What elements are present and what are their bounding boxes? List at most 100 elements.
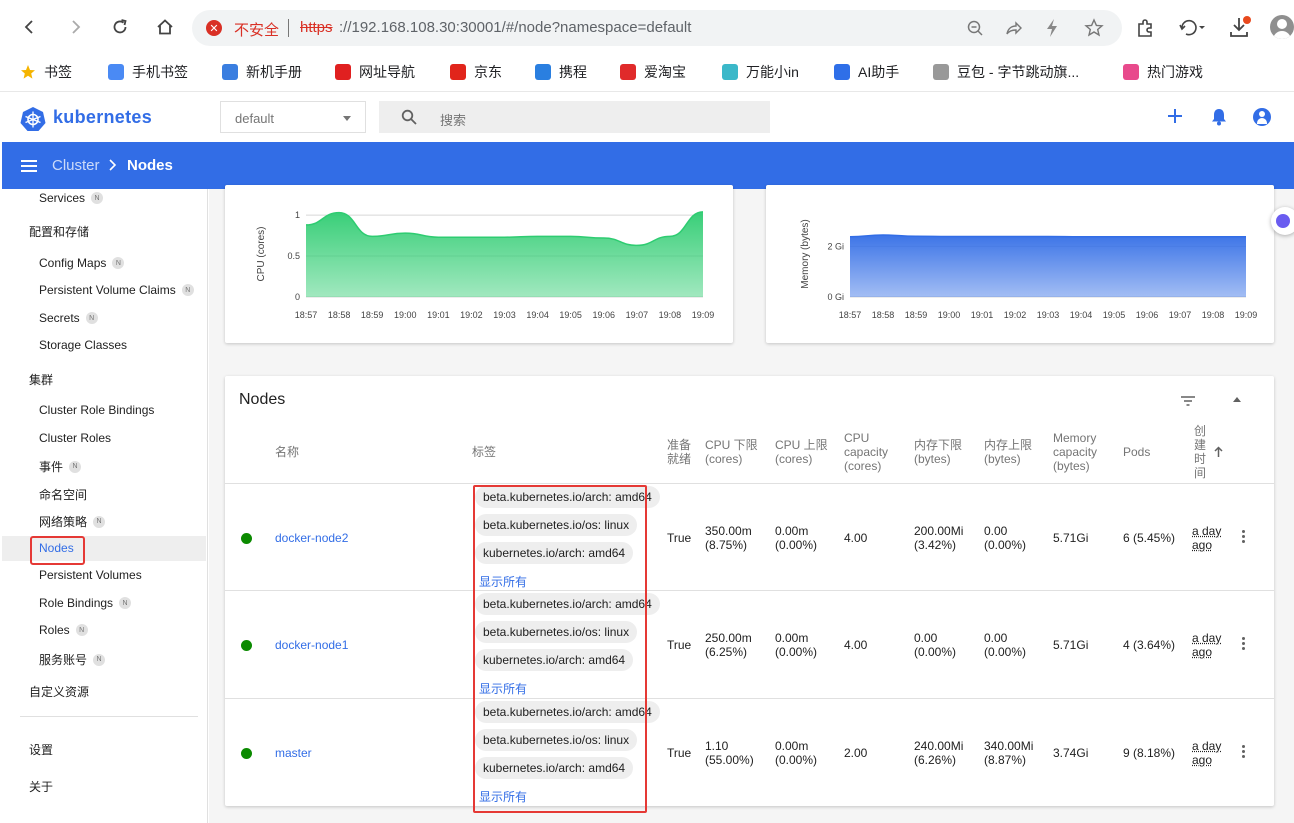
history-icon[interactable]	[1178, 18, 1206, 41]
reload-icon[interactable]	[107, 14, 133, 40]
bookmark-item[interactable]: 热门游戏	[1123, 60, 1203, 84]
ready-value: True	[667, 746, 692, 760]
sidebar-item-service-accounts[interactable]: 服务账号 N	[39, 651, 106, 668]
row-actions-kebab-icon[interactable]	[1242, 637, 1246, 652]
sidebar-item-settings[interactable]: 设置	[29, 741, 53, 758]
security-label: 不安全	[234, 22, 280, 39]
column-header-pods: Pods	[1123, 445, 1151, 459]
bookmark-item[interactable]: 京东	[450, 60, 502, 84]
memory-capacity-value: 3.74Gi	[1053, 746, 1089, 760]
bookmark-label: 书签	[44, 64, 72, 80]
sidebar-item-about[interactable]: 关于	[29, 778, 53, 795]
notifications-bell-icon[interactable]	[1211, 108, 1227, 129]
row-actions-kebab-icon[interactable]	[1242, 530, 1246, 545]
y-tick-label: 0.5	[287, 251, 300, 261]
sidebar-item-events[interactable]: 事件 N	[39, 458, 82, 475]
bookmark-favicon-icon	[108, 64, 124, 80]
filter-icon[interactable]	[1181, 395, 1195, 409]
node-name-link[interactable]: docker-node1	[275, 638, 348, 652]
menu-hamburger-icon[interactable]	[21, 160, 37, 175]
profile-icon[interactable]	[1270, 15, 1294, 39]
download-icon[interactable]	[1228, 16, 1252, 41]
pods-value: 9 (8.18%)	[1123, 746, 1176, 760]
sidebar-item-network-policies[interactable]: 网络策略 N	[39, 513, 106, 530]
bookmarks-bar: 书签 手机书签 新机手册 网址导航 京东 携程 爱淘宝 万能小in AI助手 豆包 - 字节跳动旗…	[0, 56, 1294, 88]
sidebar-item-namespaces[interactable]: 命名空间	[39, 486, 87, 503]
divider	[288, 19, 289, 37]
bookmark-label: 携程	[559, 64, 587, 80]
app-logo-text: kubernetes	[53, 107, 153, 127]
forward-icon[interactable]	[62, 14, 88, 40]
sidebar-section-config[interactable]: 配置和存储	[29, 223, 89, 240]
bookmark-item[interactable]: 新机手册	[222, 60, 302, 84]
sidebar-section-cluster[interactable]: 集群	[29, 371, 53, 388]
zoom-icon[interactable]	[966, 19, 984, 40]
x-tick-label: 19:09	[1235, 310, 1258, 320]
column-header-created[interactable]: 创建时间	[1194, 424, 1207, 480]
bookmark-favicon-icon	[1123, 64, 1139, 80]
sidebar-item-nodes[interactable]: Nodes	[39, 541, 74, 555]
x-tick-label: 19:02	[1004, 310, 1027, 320]
bookmark-item[interactable]: AI助手	[834, 60, 899, 84]
collapse-arrow-icon[interactable]	[1233, 397, 1241, 402]
x-tick-label: 18:59	[905, 310, 928, 320]
cpu-requests-percent: (8.75%)	[705, 538, 748, 552]
column-header-cpu-limits: CPU 上限 (cores)	[775, 438, 828, 466]
column-header-memory-limits: 内存上限 (bytes)	[984, 438, 1033, 466]
lightning-icon[interactable]	[1044, 18, 1060, 41]
sidebar-item-persistent-volumes[interactable]: Persistent Volumes	[39, 568, 142, 582]
column-header-name[interactable]: 名称	[275, 445, 299, 459]
bookmark-item[interactable]: 爱淘宝	[620, 60, 686, 84]
search-box[interactable]: 搜索	[379, 101, 770, 133]
sort-arrow-up-icon[interactable]	[1214, 446, 1223, 460]
series-line	[849, 234, 1246, 238]
kubernetes-logo-icon[interactable]	[20, 106, 46, 132]
bookmark-item[interactable]: 万能小in	[722, 60, 799, 84]
sidebar-item-storage-classes[interactable]: Storage Classes	[39, 338, 127, 352]
sidebar-item-config-maps[interactable]: Config Maps N	[39, 256, 125, 270]
star-icon[interactable]	[1084, 18, 1104, 41]
sidebar-item-roles[interactable]: Roles N	[39, 623, 88, 637]
extensions-icon[interactable]	[1135, 18, 1155, 41]
created-age: a day	[1192, 524, 1222, 538]
memory-chart-card: 0 Gi 2 Gi 18:57 18:58 18:59 19:00 19:01 19:02 19…	[766, 185, 1274, 343]
bookmark-item[interactable]: 携程	[535, 60, 587, 84]
column-header-cpu-requests: CPU 下限 (cores)	[705, 438, 758, 466]
node-name-link[interactable]: docker-node2	[275, 531, 348, 545]
home-icon[interactable]	[152, 14, 178, 40]
sidebar-item-pvc[interactable]: Persistent Volume Claims N	[39, 283, 194, 297]
nodes-table-card: Nodes 名称 标签 准备就绪 CPU 下限 (cores) CPU 上限 (…	[225, 376, 1274, 813]
namespace-selector[interactable]: default	[220, 101, 366, 133]
sidebar-item-cluster-role-bindings[interactable]: Cluster Role Bindings	[39, 403, 154, 417]
bookmark-item[interactable]: 书签	[20, 60, 72, 84]
create-plus-icon[interactable]	[1168, 109, 1182, 126]
search-input[interactable]: 搜索	[440, 110, 466, 129]
sidebar-item-cluster-roles[interactable]: Cluster Roles	[39, 431, 111, 445]
floating-assistant-icon[interactable]	[1271, 207, 1294, 235]
sidebar-item-secrets[interactable]: Secrets N	[39, 311, 98, 325]
account-icon[interactable]	[1253, 108, 1271, 126]
address-bar[interactable]: ✕ 不安全 https ://192.168.108.30:30001/#/no…	[192, 10, 1122, 46]
back-icon[interactable]	[17, 14, 43, 40]
sidebar-item-services[interactable]: Services N	[39, 191, 104, 205]
bookmark-label: 网址导航	[359, 64, 415, 80]
breadcrumb-cluster[interactable]: Cluster	[52, 157, 100, 174]
cpu-requests-value: 350.00m	[705, 524, 752, 538]
bookmark-item[interactable]: 豆包 - 字节跳动旗...	[933, 60, 1079, 84]
row-actions-kebab-icon[interactable]	[1242, 745, 1246, 760]
bookmark-item[interactable]: 网址导航	[335, 60, 415, 84]
namespaced-badge: N	[85, 312, 98, 324]
y-tick-label: 0	[295, 292, 300, 302]
node-name-link[interactable]: master	[275, 746, 312, 760]
row-divider	[225, 698, 1274, 699]
share-icon[interactable]	[1004, 19, 1022, 40]
bookmark-label: 京东	[474, 64, 502, 80]
table-title: Nodes	[239, 391, 286, 408]
created-age-suffix: ago	[1192, 538, 1213, 552]
bookmark-item[interactable]: 手机书签	[108, 60, 188, 84]
sidebar-section-custom-resources[interactable]: 自定义资源	[29, 683, 89, 700]
breadcrumb-current: Nodes	[127, 157, 173, 174]
sidebar-item-role-bindings[interactable]: Role Bindings N	[39, 596, 132, 610]
cpu-limits-value: 0.00m	[775, 739, 809, 753]
sidebar-item-label: Roles	[39, 623, 70, 637]
